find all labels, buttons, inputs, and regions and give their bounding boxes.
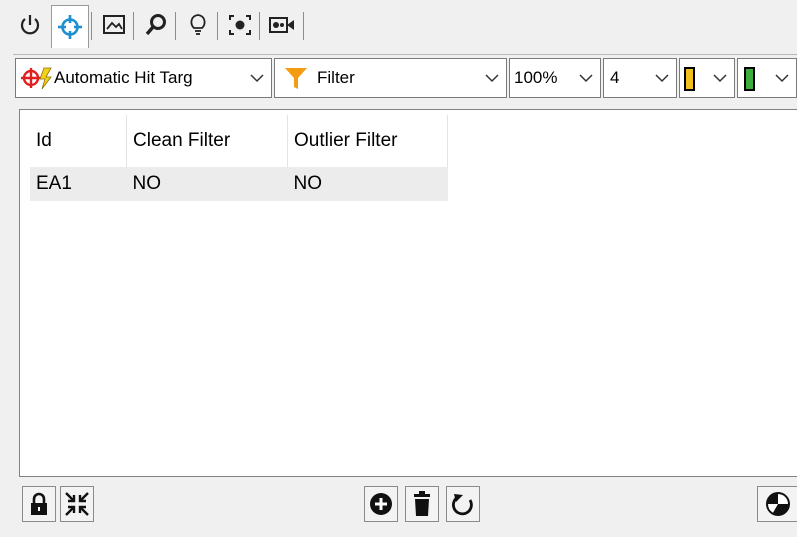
delete-icon (414, 491, 430, 516)
collapse-icon (65, 492, 89, 516)
add-button[interactable] (364, 486, 398, 522)
toolbar: Automatic Hit Targ Filter 100% 4 (13, 54, 797, 103)
count-select[interactable]: 4 (603, 58, 677, 98)
target-mode-value: Automatic Hit Targ (54, 68, 193, 87)
crosshair-icon (58, 15, 82, 39)
color-swatch-green (744, 67, 755, 91)
filter-select[interactable]: Filter (274, 58, 507, 98)
tab-zoom[interactable] (139, 6, 173, 44)
column-header-id[interactable]: Id (30, 115, 127, 167)
chevron-down-icon (250, 74, 264, 83)
tab-targeting[interactable] (51, 5, 89, 48)
tab-focus[interactable] (223, 6, 257, 44)
filter-icon (285, 68, 307, 89)
target-table: Id Clean Filter Outlier Filter EA1 NO NO (30, 115, 448, 201)
refresh-icon (452, 494, 473, 516)
color-select-1[interactable] (679, 58, 735, 98)
cell-clean-filter: NO (126, 167, 288, 201)
filter-value: Filter (317, 68, 355, 87)
add-icon (370, 493, 392, 515)
pie-chart-button[interactable] (757, 486, 797, 522)
target-table-panel: Id Clean Filter Outlier Filter EA1 NO NO (19, 109, 797, 477)
video-camera-icon (269, 17, 294, 33)
zoom-icon (145, 14, 166, 36)
collapse-button[interactable] (60, 486, 94, 522)
lock-button[interactable] (22, 486, 56, 522)
lock-icon (31, 492, 47, 515)
table-row[interactable]: EA1 NO NO (30, 167, 448, 201)
refresh-button[interactable] (446, 486, 480, 522)
cell-id: EA1 (30, 167, 127, 201)
color-select-2[interactable] (737, 58, 797, 98)
tab-image[interactable] (97, 6, 131, 44)
table-header-row: Id Clean Filter Outlier Filter (30, 115, 448, 167)
bottom-toolbar (0, 476, 797, 537)
hit-target-icon (21, 67, 52, 90)
zoom-select[interactable]: 100% (509, 58, 601, 98)
delete-button[interactable] (405, 486, 439, 522)
pie-icon (765, 492, 790, 516)
zoom-value: 100% (514, 68, 558, 87)
count-value: 4 (610, 68, 620, 87)
lightbulb-icon (190, 14, 206, 35)
chevron-down-icon (655, 74, 669, 83)
chevron-down-icon (775, 74, 789, 83)
tab-power[interactable] (13, 6, 47, 44)
chevron-down-icon (579, 74, 593, 83)
cell-outlier-filter: NO (287, 167, 448, 201)
target-mode-select[interactable]: Automatic Hit Targ (15, 58, 272, 98)
column-header-outlier-filter[interactable]: Outlier Filter (287, 115, 448, 167)
chevron-down-icon (485, 74, 499, 83)
chevron-down-icon (713, 74, 727, 83)
column-header-clean-filter[interactable]: Clean Filter (126, 115, 288, 167)
power-icon (20, 15, 40, 35)
color-swatch-yellow (684, 67, 695, 91)
tab-lightbulb[interactable] (181, 6, 215, 44)
image-icon (103, 15, 125, 34)
focus-icon (229, 15, 251, 35)
tab-video[interactable] (265, 6, 299, 44)
